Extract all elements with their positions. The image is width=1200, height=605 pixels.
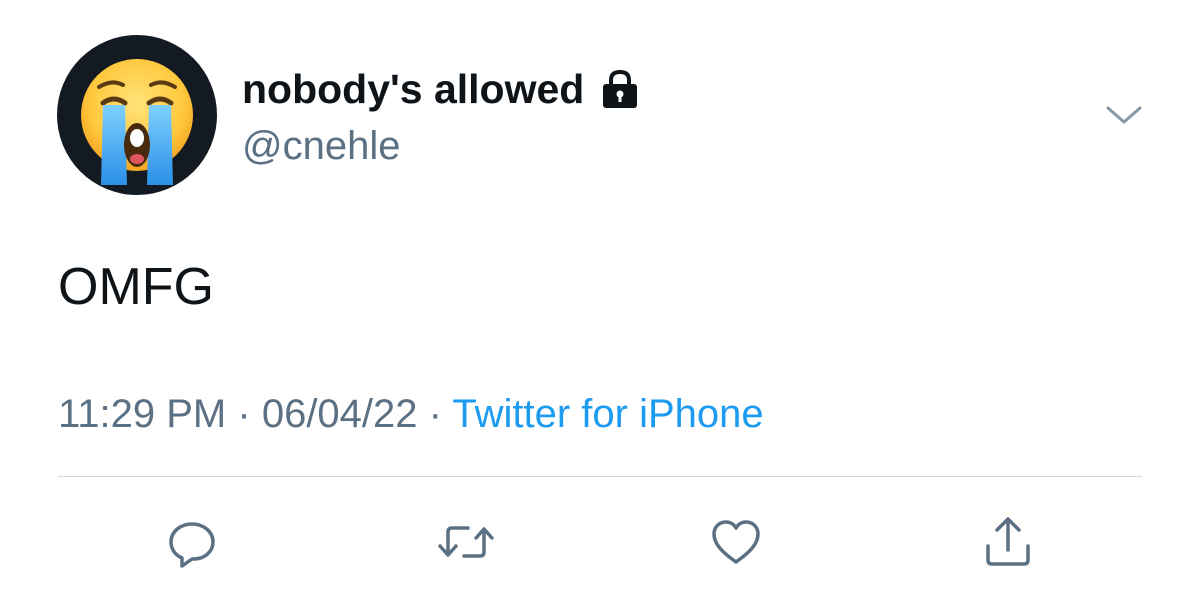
- tweet-date[interactable]: 06/04/22: [262, 392, 418, 436]
- chevron-down-icon[interactable]: [1102, 100, 1146, 130]
- avatar[interactable]: [57, 35, 217, 195]
- meta-separator: ·: [237, 392, 251, 436]
- lock-icon: [603, 69, 638, 108]
- heart-icon: [712, 520, 760, 564]
- divider: [58, 476, 1142, 477]
- retweet-icon: [438, 526, 494, 558]
- retweet-button[interactable]: [436, 512, 496, 572]
- loudly-crying-face-icon: [81, 59, 193, 185]
- meta-separator: ·: [428, 392, 442, 436]
- reply-button[interactable]: [162, 512, 222, 572]
- tweet-source-link[interactable]: Twitter for iPhone: [452, 392, 763, 436]
- share-icon: [986, 517, 1030, 566]
- tweet-meta: 11:29 PM · 06/04/22 · Twitter for iPhone: [58, 389, 764, 439]
- tweet-text: OMFG: [58, 258, 214, 316]
- share-button[interactable]: [978, 512, 1038, 572]
- tweet-time[interactable]: 11:29 PM: [58, 392, 226, 436]
- reply-icon: [169, 522, 215, 568]
- like-button[interactable]: [706, 512, 766, 572]
- author-handle[interactable]: @cnehle: [242, 122, 400, 170]
- author-display-name[interactable]: nobody's allowed: [242, 64, 584, 114]
- author-name-row[interactable]: nobody's allowed: [242, 64, 642, 114]
